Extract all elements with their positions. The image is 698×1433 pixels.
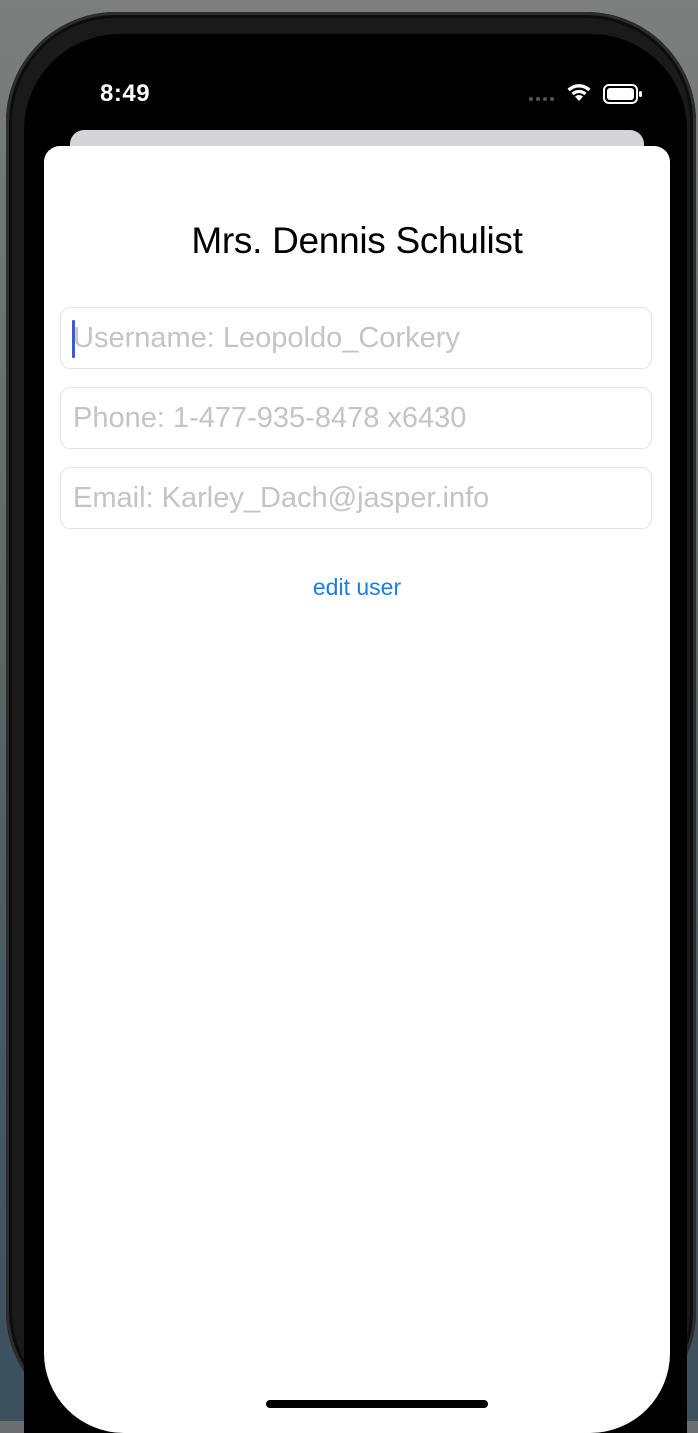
status-bar: 8:49 (24, 34, 687, 144)
phone-input[interactable] (73, 388, 633, 448)
phone-field-container (60, 387, 652, 449)
wifi-icon (567, 84, 591, 101)
edit-user-sheet: Mrs. Dennis Schulist edit user (44, 146, 670, 1433)
device-screen: 8:49 Mrs. Dennis Schulist Username: Leop… (24, 34, 687, 1433)
username-input[interactable] (73, 308, 633, 368)
device-frame: 8:49 Mrs. Dennis Schulist Username: Leop… (6, 12, 696, 1433)
home-indicator[interactable] (266, 1400, 488, 1408)
edit-user-button[interactable]: edit user (44, 574, 670, 601)
email-field-container (60, 467, 652, 529)
battery-icon (603, 84, 642, 104)
email-input[interactable] (73, 468, 633, 528)
username-field-container (60, 307, 652, 369)
cellular-signal-icon (529, 97, 557, 103)
user-name-title: Mrs. Dennis Schulist (191, 220, 523, 261)
status-time: 8:49 (100, 80, 151, 107)
